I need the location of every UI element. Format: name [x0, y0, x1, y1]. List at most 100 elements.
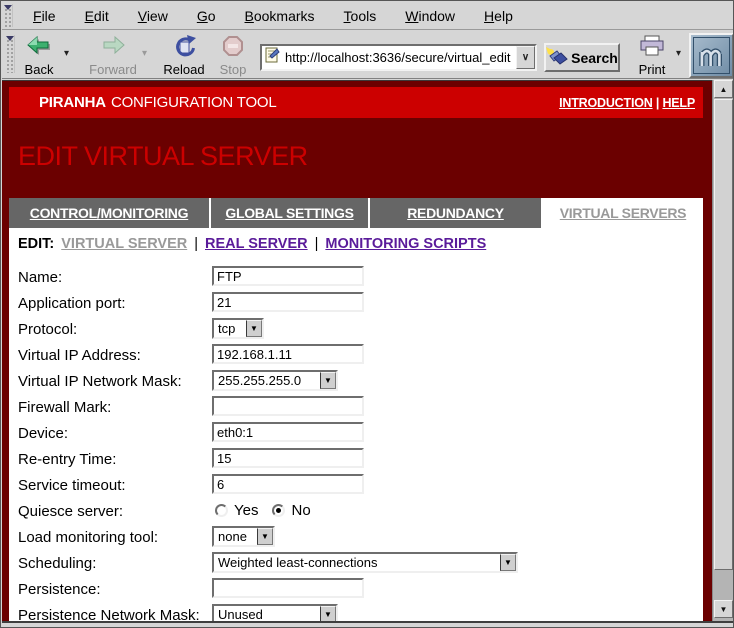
app-title-bold: PIRANHA [39, 94, 106, 111]
application-port-label: Application port: [18, 295, 126, 312]
scroll-up-icon[interactable]: ▲ [714, 80, 733, 98]
back-icon [26, 35, 52, 62]
search-flashlight-icon [546, 47, 568, 68]
edit-prefix: EDIT: [18, 236, 54, 252]
field-row-firewall-mark: Firewall Mark: [9, 395, 703, 421]
url-bar: ∨ [260, 44, 537, 71]
scrollbar-thumb[interactable] [714, 99, 733, 570]
reload-label: Reload [163, 62, 204, 77]
help-link[interactable]: HELP [662, 96, 695, 110]
mozilla-logo-button[interactable] [689, 33, 734, 78]
virtual-ip-mask-select-arrow-icon: ▼ [320, 372, 336, 389]
print-label: Print [639, 62, 666, 77]
header-link-separator: | [656, 96, 659, 110]
quiesce-server-label: Quiesce server: [18, 503, 123, 520]
subnav-virtual-server-link[interactable]: VIRTUAL SERVER [61, 236, 187, 252]
tab-virtual-servers[interactable]: VIRTUAL SERVERS [543, 198, 703, 228]
tab-row: CONTROL/MONITORING GLOBAL SETTINGS REDUN… [9, 198, 703, 228]
scroll-down-icon[interactable]: ▼ [714, 600, 733, 618]
application-port-input[interactable] [212, 292, 364, 312]
virtual-ip-input[interactable] [212, 344, 364, 364]
url-input[interactable] [283, 50, 516, 65]
forward-dropdown-icon[interactable]: ▾ [142, 48, 147, 59]
menu-bar: File Edit View Go Bookmarks Tools Window… [2, 2, 734, 30]
virtual-ip-mask-select[interactable]: 255.255.255.0 ▼ [212, 370, 338, 391]
menu-help[interactable]: Help [474, 5, 523, 27]
toolbar-grippy-handle-2[interactable] [6, 35, 15, 73]
scheduling-select[interactable]: Weighted least-connections ▼ [212, 552, 518, 573]
print-button[interactable]: Print [630, 34, 674, 76]
url-history-dropdown-icon[interactable]: ∨ [516, 46, 535, 69]
field-row-service-timeout: Service timeout: [9, 473, 703, 499]
menu-edit[interactable]: Edit [75, 5, 119, 27]
device-input[interactable] [212, 422, 364, 442]
firewall-mark-label: Firewall Mark: [18, 399, 111, 416]
toolbar-grippy-handle[interactable] [4, 4, 13, 27]
protocol-select[interactable]: tcp ▼ [212, 318, 264, 339]
menu-go[interactable]: Go [187, 5, 226, 27]
menu-file[interactable]: File [23, 5, 66, 27]
persistence-mask-select-arrow-icon: ▼ [320, 606, 336, 621]
field-row-reentry-time: Re-entry Time: [9, 447, 703, 473]
back-button[interactable]: Back [16, 34, 62, 76]
menu-bookmarks[interactable]: Bookmarks [235, 5, 325, 27]
forward-icon [100, 35, 126, 62]
app-title-rest: CONFIGURATION TOOL [111, 94, 277, 111]
menu-window[interactable]: Window [395, 5, 465, 27]
persistence-input[interactable] [212, 578, 364, 598]
virtual-server-form: Name: Application port: Protocol: tcp ▼ … [9, 265, 703, 621]
menu-view[interactable]: View [128, 5, 178, 27]
mozilla-m-icon [693, 37, 730, 74]
virtual-ip-mask-label: Virtual IP Network Mask: [18, 373, 182, 390]
load-monitoring-select[interactable]: none ▼ [212, 526, 275, 547]
firewall-mark-input[interactable] [212, 396, 364, 416]
header-links: INTRODUCTION | HELP [559, 96, 695, 110]
protocol-label: Protocol: [18, 321, 77, 338]
persistence-label: Persistence: [18, 581, 101, 598]
subnav-separator-2: | [315, 236, 319, 252]
subnav-monitoring-scripts-link[interactable]: MONITORING SCRIPTS [325, 236, 486, 252]
back-label: Back [25, 62, 54, 77]
introduction-link[interactable]: INTRODUCTION [559, 96, 652, 110]
menu-items: File Edit View Go Bookmarks Tools Window… [15, 5, 523, 27]
stop-icon [222, 35, 244, 62]
service-timeout-label: Service timeout: [18, 477, 126, 494]
name-input[interactable] [212, 266, 364, 286]
search-button[interactable]: Search [544, 43, 620, 72]
quiesce-no-radio[interactable] [272, 504, 285, 517]
protocol-select-arrow-icon: ▼ [246, 320, 262, 337]
service-timeout-input[interactable] [212, 474, 364, 494]
page-viewport: PIRANHA CONFIGURATION TOOL INTRODUCTION |… [2, 80, 712, 621]
field-row-name: Name: [9, 265, 703, 291]
field-row-application-port: Application port: [9, 291, 703, 317]
forward-button[interactable]: Forward [86, 34, 140, 76]
menu-tools[interactable]: Tools [334, 5, 387, 27]
forward-label: Forward [89, 62, 137, 77]
field-row-persistence: Persistence: [9, 577, 703, 603]
quiesce-radio-group: Yes No [215, 502, 319, 519]
location-page-icon [262, 47, 283, 68]
reload-icon [172, 35, 196, 62]
field-row-device: Device: [9, 421, 703, 447]
piranha-header-bar: PIRANHA CONFIGURATION TOOL INTRODUCTION |… [9, 87, 703, 118]
tab-redundancy[interactable]: REDUNDANCY [370, 198, 541, 228]
field-row-load-monitoring: Load monitoring tool: none ▼ [9, 525, 703, 551]
content-area: CONTROL/MONITORING GLOBAL SETTINGS REDUN… [9, 198, 703, 621]
tab-global-settings[interactable]: GLOBAL SETTINGS [211, 198, 368, 228]
stop-label: Stop [220, 62, 247, 77]
tab-control-monitoring[interactable]: CONTROL/MONITORING [9, 198, 209, 228]
stop-button[interactable]: Stop [214, 34, 252, 76]
persistence-mask-select[interactable]: Unused ▼ [212, 604, 338, 621]
virtual-ip-label: Virtual IP Address: [18, 347, 141, 364]
field-row-virtual-ip-mask: Virtual IP Network Mask: 255.255.255.0 ▼ [9, 369, 703, 395]
subnav-real-server-link[interactable]: REAL SERVER [205, 236, 308, 252]
reload-button[interactable]: Reload [160, 34, 208, 76]
back-dropdown-icon[interactable]: ▾ [64, 48, 69, 59]
page-title: EDIT VIRTUAL SERVER [18, 141, 308, 172]
quiesce-yes-radio[interactable] [215, 504, 228, 517]
reentry-time-input[interactable] [212, 448, 364, 468]
field-row-persistence-mask: Persistence Network Mask: Unused ▼ [9, 603, 703, 621]
reentry-time-label: Re-entry Time: [18, 451, 116, 468]
print-dropdown-icon[interactable]: ▾ [676, 48, 681, 59]
field-row-virtual-ip: Virtual IP Address: [9, 343, 703, 369]
